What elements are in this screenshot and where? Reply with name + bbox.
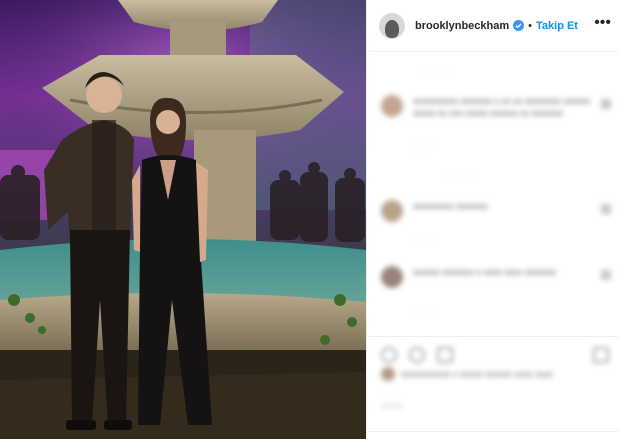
comment-meta: · · · · <box>413 143 431 152</box>
comment-text: xxxxxxxxxx xxxxxxx x xx xx xxxxxxxx xxxx… <box>413 96 591 118</box>
replies-toggle[interactable]: · · · · · <box>447 172 469 181</box>
like-heart-icon[interactable] <box>381 347 397 363</box>
follow-button[interactable]: Takip Et <box>536 20 578 32</box>
avatar[interactable] <box>379 12 405 39</box>
comment-avatar[interactable] <box>381 200 403 222</box>
comment-meta: · · · · · <box>413 306 436 315</box>
share-icon[interactable] <box>437 347 453 363</box>
separator-dot: • <box>528 19 532 32</box>
likes-summary[interactable]: xxxxxxxxxxx x xxxxx xxxxxx xxxx xxxx <box>401 369 553 379</box>
comment-text: xxxxxx xxxxxxx x xxxx xxxx xxxxxxx <box>413 267 557 277</box>
post-date: xxxxxx <box>381 403 402 410</box>
comment-like-icon[interactable] <box>601 99 611 109</box>
comment-text: xxxxxxxxx xxxxxxx <box>413 201 488 211</box>
post-sidebar: brooklynbeckham • Takip Et ••• · · · · ·… <box>366 0 620 439</box>
post-actions: xxxxxxxxxxx x xxxxx xxxxxx xxxx xxxx xxx… <box>367 336 620 439</box>
more-options-icon[interactable]: ••• <box>594 14 611 32</box>
add-comment-bar[interactable] <box>367 431 620 439</box>
avatar-silhouette <box>385 19 399 38</box>
comment-bubble-icon[interactable] <box>409 347 425 363</box>
comment-avatar[interactable] <box>381 266 403 288</box>
caption-meta: · · · · · <box>423 66 446 75</box>
comment-avatar[interactable] <box>381 95 403 117</box>
post-header: brooklynbeckham • Takip Et ••• <box>367 0 620 52</box>
comment-meta: · · · · · <box>413 236 436 245</box>
photo-illustration <box>0 0 366 439</box>
comment-like-icon[interactable] <box>601 270 611 280</box>
post-photo[interactable] <box>0 0 366 439</box>
username[interactable]: brooklynbeckham <box>415 20 509 32</box>
bookmark-icon[interactable] <box>593 347 609 363</box>
comment-like-icon[interactable] <box>601 204 611 214</box>
verified-badge-icon <box>513 20 525 31</box>
liker-avatar[interactable] <box>381 367 395 381</box>
